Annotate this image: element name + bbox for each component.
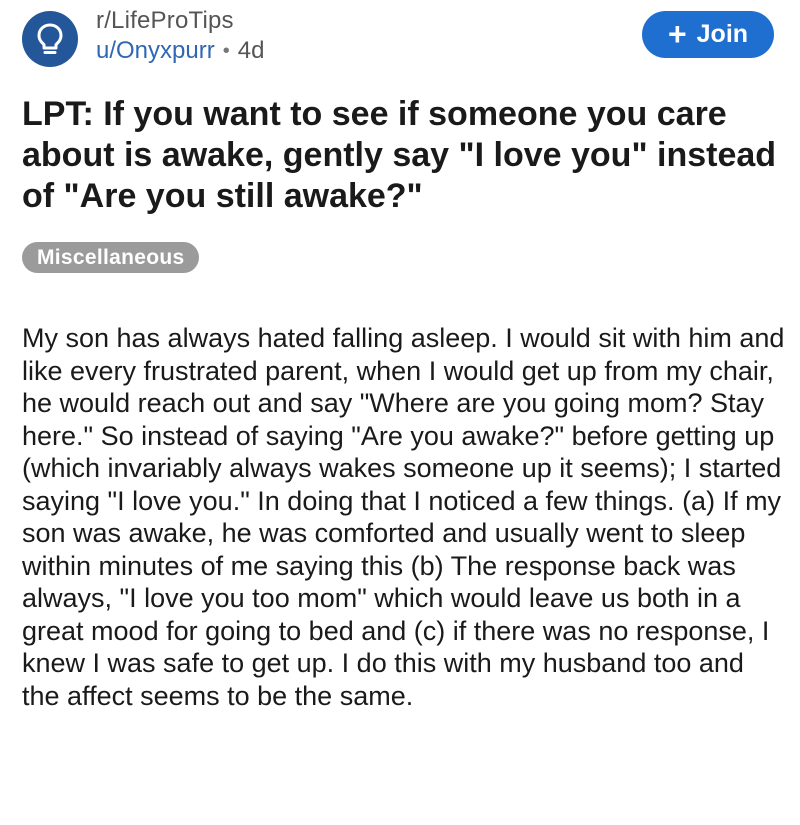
- meta-separator: •: [222, 39, 230, 62]
- post-title[interactable]: LPT: If you want to see if someone you c…: [22, 94, 782, 217]
- post-age: 4d: [237, 37, 265, 64]
- lightbulb-icon: [37, 23, 63, 54]
- join-label: Join: [696, 20, 749, 48]
- post-meta: u/Onyxpurr • 4d: [96, 37, 264, 65]
- join-button[interactable]: + Join: [642, 11, 774, 58]
- author-username[interactable]: u/Onyxpurr: [96, 37, 215, 65]
- post-body: My son has always hated falling asleep. …: [22, 323, 785, 711]
- plus-icon: +: [667, 15, 687, 52]
- post-header: r/LifeProTips u/Onyxpurr • 4d + Join: [0, 0, 800, 80]
- subreddit-name[interactable]: r/LifeProTips: [96, 7, 234, 35]
- subreddit-avatar[interactable]: [22, 11, 78, 67]
- post-flair[interactable]: Miscellaneous: [22, 242, 200, 273]
